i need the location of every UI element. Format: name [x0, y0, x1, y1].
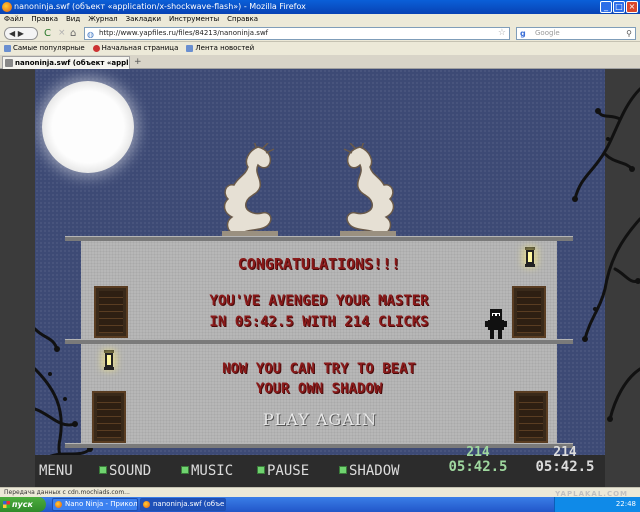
right-dragon-statue [340, 143, 396, 237]
bookmark-label: Самые популярные [13, 44, 85, 52]
current-clicks: 214 [466, 445, 490, 460]
search-placeholder: Google [535, 29, 560, 37]
menu-bar: Файл Правка Вид Журнал Закладки Инструме… [0, 14, 640, 25]
rss-icon [186, 45, 194, 52]
new-tab-button[interactable]: + [134, 56, 142, 68]
watermark: YAPLAKAL.COM [555, 490, 628, 498]
window-title-bar[interactable]: nanoninja.swf (объект «application/x-sho… [0, 0, 640, 14]
result-line-1: YOU'VE AVENGED YOUR MASTER [209, 293, 429, 309]
music-label: MUSIC [191, 463, 234, 479]
firefox-icon [2, 2, 12, 12]
right-branches [572, 87, 640, 422]
search-icon[interactable]: ⚲ [626, 28, 632, 39]
sound-toggle[interactable]: SOUND [99, 463, 151, 479]
music-checkbox-icon [181, 466, 189, 474]
bookmark-label: Начальная страница [101, 44, 179, 52]
tab-nanoninja[interactable]: nanoninja.swf (объект «application... [2, 56, 130, 69]
play-again-button[interactable]: PLAY AGAIN [255, 410, 385, 429]
system-tray: YAPLAKAL.COM 22:48 [554, 490, 640, 512]
start-label: пуск [12, 500, 33, 509]
music-toggle[interactable]: MUSIC [181, 463, 233, 479]
bookmark-star-icon[interactable]: ☆ [498, 28, 506, 39]
game-menu-button[interactable]: MENU [39, 463, 73, 479]
globe-icon: ◍ [87, 30, 94, 39]
status-bar: Передача данных с cdn.mochiads.com... [0, 487, 640, 497]
tab-label: nanoninja.swf (объект «application... [15, 59, 129, 67]
close-button[interactable]: × [626, 1, 638, 13]
page-icon [5, 59, 13, 67]
lower-right-door [514, 391, 548, 443]
taskbar-item-nano-ninja[interactable]: Nano Ninja - Прикол... [52, 498, 138, 511]
pause-checkbox-icon [257, 466, 265, 474]
shadow-toggle[interactable]: SHADOW [339, 463, 400, 479]
stop-icon[interactable]: × [58, 27, 66, 40]
current-time: 05:42.5 [448, 459, 508, 475]
menu-view[interactable]: Вид [66, 14, 80, 25]
congratulations-title: CONGRATULATIONS!!! [237, 255, 401, 273]
firefox-task-icon [55, 501, 62, 508]
bookmark-most-visited[interactable]: Самые популярные [4, 42, 85, 55]
windows-logo-icon [3, 501, 10, 508]
firefox-task-icon [143, 501, 150, 508]
window-controls: _ □ × [600, 1, 638, 13]
menu-tools[interactable]: Инструменты [169, 14, 219, 25]
shadow-line-2: YOUR OWN SHADOW [255, 381, 383, 397]
sound-label: SOUND [109, 463, 152, 479]
reload-icon[interactable]: C [44, 27, 51, 40]
url-text: http://www.yapfiles.ru/files/84213/nanon… [99, 29, 269, 37]
ninja-character [485, 309, 507, 339]
shadow-checkbox-icon [339, 466, 347, 474]
page-content: CONGRATULATIONS!!! YOU'VE AVENGED YOUR M… [0, 69, 640, 487]
pause-label: PAUSE [267, 463, 310, 479]
taskbar: пуск Nano Ninja - Прикол... nanoninja.sw… [0, 490, 640, 512]
menu-edit[interactable]: Правка [31, 14, 58, 25]
current-stats: 214 05:42.5 [443, 446, 513, 475]
shadow-label: SHADOW [349, 463, 400, 479]
pause-toggle[interactable]: PAUSE [257, 463, 309, 479]
url-input[interactable]: ◍ http://www.yapfiles.ru/files/84213/nan… [84, 27, 510, 40]
left-dragon-statue [222, 143, 278, 237]
start-button[interactable]: пуск [0, 497, 46, 512]
window-title: nanoninja.swf (объект «application/x-sho… [14, 2, 306, 11]
navigation-toolbar: ◀ ▶ C × ⌂ ◍ http://www.yapfiles.ru/files… [0, 25, 640, 42]
task-label: Nano Ninja - Прикол... [65, 500, 138, 508]
lower-left-door [92, 391, 126, 443]
game-menu-bar: MENU SOUND MUSIC PAUSE SHADOW 214 05:42.… [35, 446, 605, 487]
menu-bookmarks[interactable]: Закладки [126, 14, 161, 25]
firefox-small-icon [92, 45, 100, 52]
search-input[interactable]: g Google ⚲ [516, 27, 636, 40]
back-forward-button[interactable]: ◀ ▶ [4, 27, 38, 40]
menu-history[interactable]: Журнал [88, 14, 117, 25]
menu-help[interactable]: Справка [227, 14, 258, 25]
menu-file[interactable]: Файл [4, 14, 23, 25]
maximize-button[interactable]: □ [613, 1, 625, 13]
taskbar-item-nanoninja-swf[interactable]: nanoninja.swf (объе... [140, 498, 226, 511]
shadow-line-1: NOW YOU CAN TRY TO BEAT [222, 361, 416, 377]
google-icon: g [520, 29, 526, 38]
tab-bar: nanoninja.swf (объект «application... + [0, 55, 640, 69]
flash-game[interactable]: CONGRATULATIONS!!! YOU'VE AVENGED YOUR M… [35, 69, 605, 487]
minimize-button[interactable]: _ [600, 1, 612, 13]
bookmark-label: Лента новостей [195, 44, 255, 52]
sound-checkbox-icon [99, 466, 107, 474]
home-icon[interactable]: ⌂ [70, 27, 76, 40]
bookmark-start-page[interactable]: Начальная страница [92, 42, 179, 55]
bookmark-folder-icon [4, 45, 11, 52]
task-label: nanoninja.swf (объе... [153, 500, 226, 508]
bookmark-news-feed[interactable]: Лента новостей [186, 42, 254, 55]
bookmarks-toolbar: Самые популярные Начальная страница Лент… [0, 42, 640, 55]
